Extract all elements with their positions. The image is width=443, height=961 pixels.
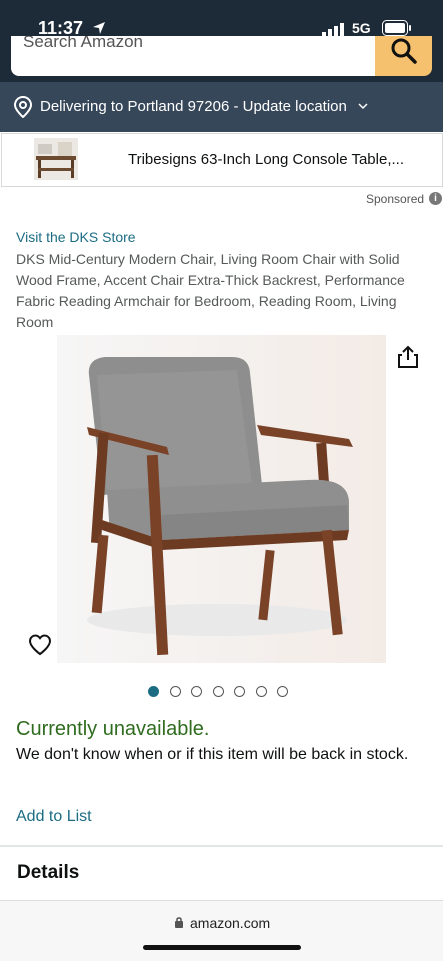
pagination-dot[interactable] <box>169 686 181 697</box>
pagination-dot[interactable] <box>191 686 202 697</box>
product-image[interactable] <box>57 335 386 663</box>
sponsored-label: Sponsored <box>366 192 425 206</box>
share-icon[interactable] <box>397 345 419 369</box>
add-to-list-link[interactable]: Add to List <box>16 808 92 826</box>
delivery-text: Delivering to Portland 97206 - Update lo… <box>40 98 347 115</box>
console-table-thumbnail <box>34 138 78 180</box>
pagination-dot[interactable] <box>234 686 245 697</box>
browser-bottom-bar: amazon.com <box>0 900 443 961</box>
armchair-image <box>57 335 386 663</box>
info-icon[interactable]: i <box>429 192 442 205</box>
location-arrow-icon <box>93 22 105 34</box>
lock-icon <box>175 917 183 928</box>
pagination-dot[interactable] <box>277 686 288 697</box>
store-link[interactable]: Visit the DKS Store <box>16 229 136 245</box>
search-placeholder: Search Amazon <box>23 36 144 51</box>
browser-url[interactable]: amazon.com <box>190 915 270 931</box>
signal-icon <box>322 23 344 37</box>
heart-icon[interactable] <box>28 634 52 656</box>
section-divider <box>0 845 443 847</box>
sponsored-ad-banner[interactable]: Tribesigns 63-Inch Long Console Table,..… <box>1 133 443 187</box>
search-bar: Search Amazon <box>0 36 443 82</box>
search-input[interactable]: Search Amazon <box>11 36 376 76</box>
pagination-dot[interactable] <box>255 686 267 697</box>
chevron-down-icon <box>358 103 368 110</box>
availability-status: Currently unavailable. <box>16 718 210 740</box>
location-pin-icon <box>13 96 33 118</box>
ad-title: Tribesigns 63-Inch Long Console Table,..… <box>128 151 404 168</box>
product-title: DKS Mid-Century Modern Chair, Living Roo… <box>16 251 405 330</box>
delivery-location-bar[interactable]: Delivering to Portland 97206 - Update lo… <box>0 82 443 132</box>
network-label: 5G <box>352 20 371 36</box>
details-heading[interactable]: Details <box>17 862 79 884</box>
pagination-dot[interactable] <box>212 686 224 697</box>
pagination-dot[interactable] <box>148 686 159 697</box>
search-button[interactable] <box>375 36 432 76</box>
home-indicator[interactable] <box>143 945 301 950</box>
search-icon <box>391 38 417 64</box>
battery-icon <box>382 20 411 36</box>
availability-description: We don't know when or if this item will … <box>16 746 409 763</box>
